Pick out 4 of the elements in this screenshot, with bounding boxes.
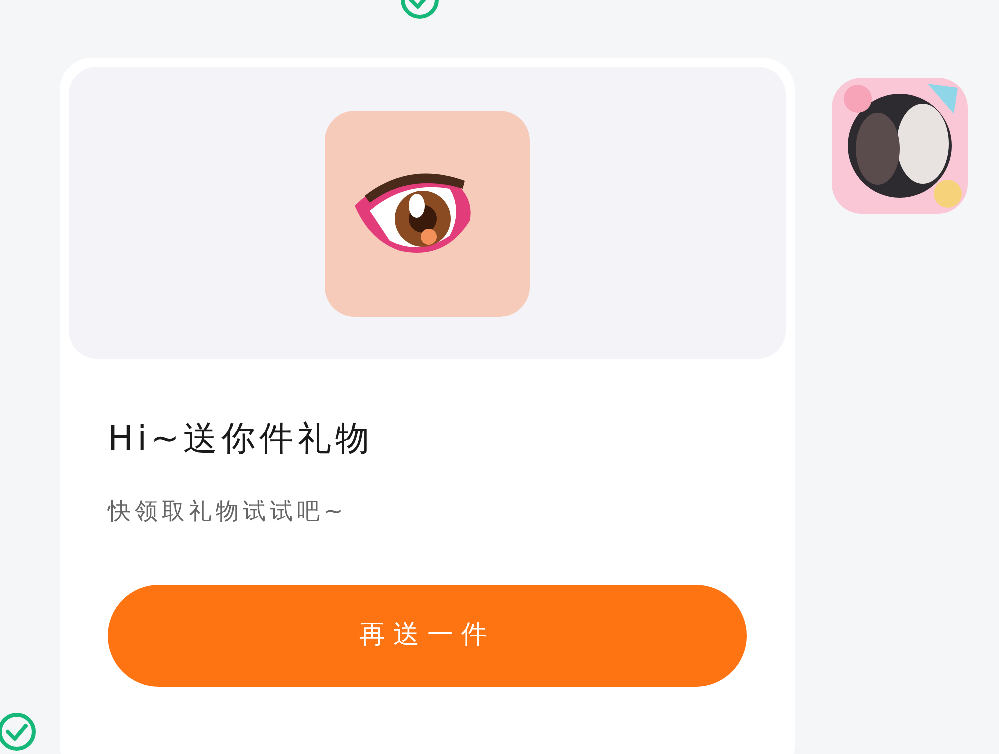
send-again-button[interactable]: 再送一件 [108, 584, 747, 686]
gift-title: Hi~送你件礼物 [108, 418, 375, 461]
gift-subtitle: 快领取礼物试试吧~ [108, 498, 348, 527]
check-icon [0, 712, 37, 752]
